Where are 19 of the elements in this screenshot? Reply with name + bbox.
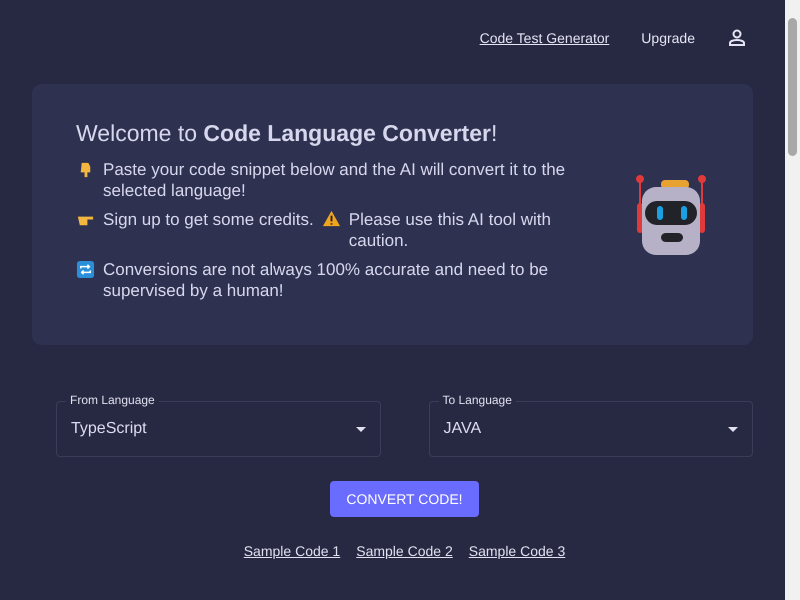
warning-icon xyxy=(322,209,341,228)
sample-code-link[interactable]: Sample Code 1 xyxy=(244,543,340,559)
robot-icon xyxy=(633,172,709,256)
info-text: Sign up to get some credits. xyxy=(103,209,314,230)
user-icon[interactable] xyxy=(727,28,747,48)
info-text: Please use this AI tool with caution. xyxy=(348,209,552,251)
info-text: Conversions are not always 100% accurate and need to be supervised by a human! xyxy=(103,259,550,301)
upgrade-link[interactable]: Upgrade xyxy=(641,30,695,46)
caret-icon xyxy=(728,426,738,432)
welcome-title: Welcome to Code Language Converter! xyxy=(76,120,498,147)
repeat-icon xyxy=(76,260,95,279)
convert-button[interactable]: CONVERT CODE! xyxy=(330,481,479,517)
caret-icon xyxy=(356,426,366,432)
nav-link[interactable]: Code Test Generator xyxy=(480,30,610,46)
sample-code-link[interactable]: Sample Code 2 xyxy=(356,543,453,559)
info-text: Paste your code snippet below and the AI will convert it to the selected language! xyxy=(103,159,566,201)
sample-code-link[interactable]: Sample Code 3 xyxy=(468,543,566,559)
scrollbar-thumb[interactable] xyxy=(788,18,797,156)
scrollbar[interactable] xyxy=(785,0,800,600)
